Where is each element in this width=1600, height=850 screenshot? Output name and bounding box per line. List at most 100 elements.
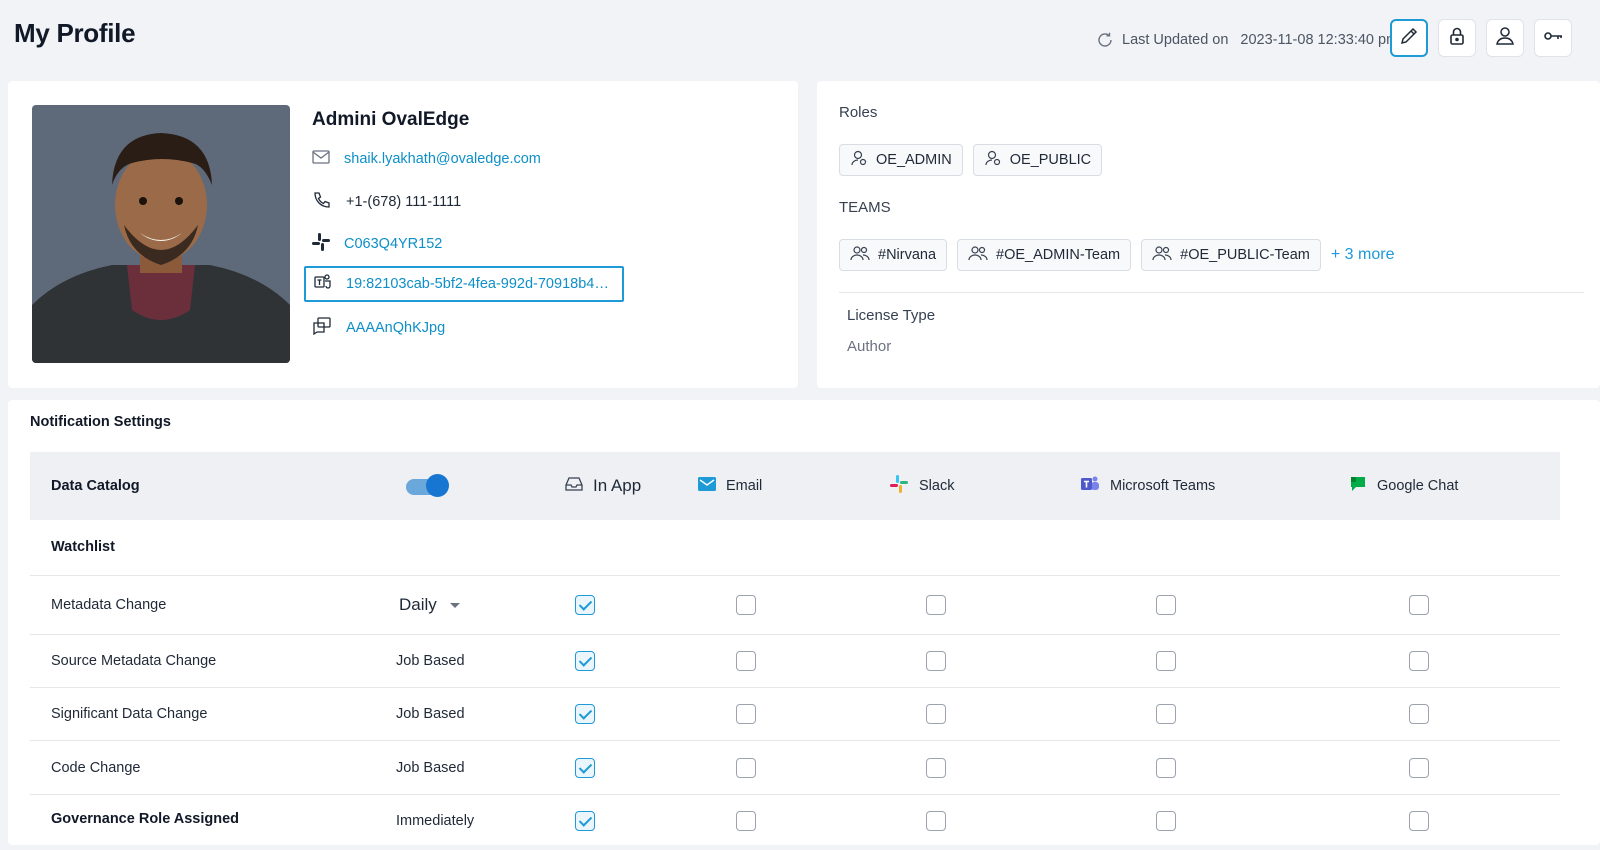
module-toggle[interactable] — [406, 474, 449, 497]
caret-down-icon — [449, 603, 460, 609]
slack-id-link[interactable]: C063Q4YR152 — [344, 236, 442, 252]
email-icon — [698, 477, 716, 495]
in-app-checkbox[interactable] — [575, 704, 595, 724]
slack-checkbox[interactable] — [926, 758, 946, 778]
slack-icon — [312, 233, 330, 255]
teams-row[interactable]: 19:82103cab-5bf2-4fea-992d-70918b4a8... — [304, 266, 624, 302]
roles-label: Roles — [839, 104, 878, 121]
teams-chips: #Nirvana #OE_ADMIN-Team #OE_PUBLIC-Team … — [839, 239, 1394, 271]
role-icon — [984, 149, 1002, 171]
channel-slack: Slack — [889, 452, 954, 520]
chat-id-link[interactable]: AAAAnQhKJpg — [346, 320, 445, 336]
module-label: Data Catalog — [51, 478, 140, 494]
in-app-checkbox[interactable] — [575, 758, 595, 778]
slack-checkbox[interactable] — [926, 704, 946, 724]
team-chip[interactable]: #OE_ADMIN-Team — [957, 239, 1132, 271]
google-chat-checkbox[interactable] — [1409, 758, 1429, 778]
role-chip-label: OE_PUBLIC — [1009, 152, 1092, 168]
role-chip[interactable]: OE_PUBLIC — [972, 144, 1103, 176]
license-value: Author — [847, 338, 892, 355]
user-icon — [1494, 25, 1516, 52]
channel-google-chat: Google Chat — [1349, 452, 1458, 520]
microsoft-teams-checkbox[interactable] — [1156, 811, 1176, 831]
table-row: Metadata Change Daily — [30, 576, 1560, 635]
slack-checkbox[interactable] — [926, 595, 946, 615]
phone-number: +1-(678) 111-1111 — [346, 194, 462, 210]
frequency-dropdown[interactable]: Daily — [399, 595, 460, 615]
role-chip[interactable]: OE_ADMIN — [839, 144, 963, 176]
email-checkbox[interactable] — [736, 704, 756, 724]
notification-settings-card: Notification Settings Data Catalog In Ap… — [8, 400, 1600, 845]
table-row: Governance Role Assigned Immediately — [30, 795, 1560, 845]
team-chip-label: #OE_PUBLIC-Team — [1180, 247, 1310, 263]
key-icon — [1542, 25, 1564, 52]
email-checkbox[interactable] — [736, 811, 756, 831]
google-chat-icon — [1349, 475, 1367, 497]
roles-chips: OE_ADMIN OE_PUBLIC — [839, 144, 1103, 176]
email-checkbox[interactable] — [736, 595, 756, 615]
mail-icon — [312, 149, 330, 169]
roles-card: Roles OE_ADMIN OE_PUBLIC TEAMS #Nirvana … — [817, 81, 1600, 388]
edit-icon — [1398, 25, 1420, 52]
slack-row: C063Q4YR152 — [312, 233, 442, 255]
in-app-checkbox[interactable] — [575, 651, 595, 671]
email-link[interactable]: shaik.lyakhath@ovaledge.com — [344, 151, 541, 167]
divider — [839, 292, 1584, 293]
user-settings-button[interactable] — [1486, 19, 1524, 57]
team-chip[interactable]: #OE_PUBLIC-Team — [1141, 239, 1321, 271]
last-updated-label: Last Updated on — [1122, 32, 1229, 48]
google-chat-checkbox[interactable] — [1409, 595, 1429, 615]
microsoft-teams-checkbox[interactable] — [1156, 651, 1176, 671]
edit-profile-button[interactable] — [1390, 19, 1428, 57]
role-icon — [850, 149, 868, 171]
inbox-icon — [565, 476, 583, 497]
profile-card: Admini OvalEdge shaik.lyakhath@ovaledge.… — [8, 81, 798, 388]
lock-icon — [1446, 25, 1468, 52]
avatar — [32, 105, 290, 363]
user-name: Admini OvalEdge — [312, 109, 470, 130]
team-chip[interactable]: #Nirvana — [839, 239, 948, 271]
email-checkbox[interactable] — [736, 651, 756, 671]
team-icon — [968, 245, 988, 265]
table-row: Significant Data Change Job Based — [30, 688, 1560, 741]
slack-checkbox[interactable] — [926, 811, 946, 831]
table-row: Source Metadata Change Job Based — [30, 635, 1560, 688]
section-label: Watchlist — [51, 539, 115, 555]
chat-row: AAAAnQhKJpg — [312, 317, 445, 339]
api-key-button[interactable] — [1534, 19, 1572, 57]
team-icon — [850, 245, 870, 265]
google-chat-checkbox[interactable] — [1409, 704, 1429, 724]
table-row: Code Change Job Based — [30, 741, 1560, 795]
channel-in-app: In App — [565, 452, 641, 520]
in-app-checkbox[interactable] — [575, 595, 595, 615]
slack-icon — [889, 474, 909, 498]
team-chip-label: #Nirvana — [878, 247, 937, 263]
notification-settings-title: Notification Settings — [30, 414, 171, 430]
microsoft-teams-icon — [1080, 475, 1100, 497]
license-label: License Type — [847, 307, 936, 324]
microsoft-teams-checkbox[interactable] — [1156, 595, 1176, 615]
phone-row: +1-(678) 111-1111 — [312, 191, 461, 213]
email-checkbox[interactable] — [736, 758, 756, 778]
google-chat-checkbox[interactable] — [1409, 651, 1429, 671]
microsoft-teams-checkbox[interactable] — [1156, 758, 1176, 778]
slack-checkbox[interactable] — [926, 651, 946, 671]
last-updated: Last Updated on 2023-11-08 12:33:40 pm — [1096, 31, 1398, 49]
teams-id-link[interactable]: 19:82103cab-5bf2-4fea-992d-70918b4a8... — [346, 276, 614, 292]
page-title: My Profile — [14, 18, 136, 48]
last-updated-value: 2023-11-08 12:33:40 pm — [1240, 32, 1399, 48]
channel-microsoft-teams: Microsoft Teams — [1080, 452, 1215, 520]
in-app-checkbox[interactable] — [575, 811, 595, 831]
more-teams-link[interactable]: + 3 more — [1331, 246, 1395, 264]
role-chip-label: OE_ADMIN — [876, 152, 952, 168]
google-chat-checkbox[interactable] — [1409, 811, 1429, 831]
team-chip-label: #OE_ADMIN-Team — [996, 247, 1121, 263]
phone-icon — [312, 191, 332, 213]
email-row: shaik.lyakhath@ovaledge.com — [312, 149, 541, 169]
refresh-icon[interactable] — [1096, 31, 1114, 49]
teams-label: TEAMS — [839, 199, 891, 216]
table-header: Data Catalog In App Email Slack Microsof… — [30, 452, 1560, 520]
microsoft-teams-checkbox[interactable] — [1156, 704, 1176, 724]
chat-icon — [312, 317, 332, 339]
change-password-button[interactable] — [1438, 19, 1476, 57]
